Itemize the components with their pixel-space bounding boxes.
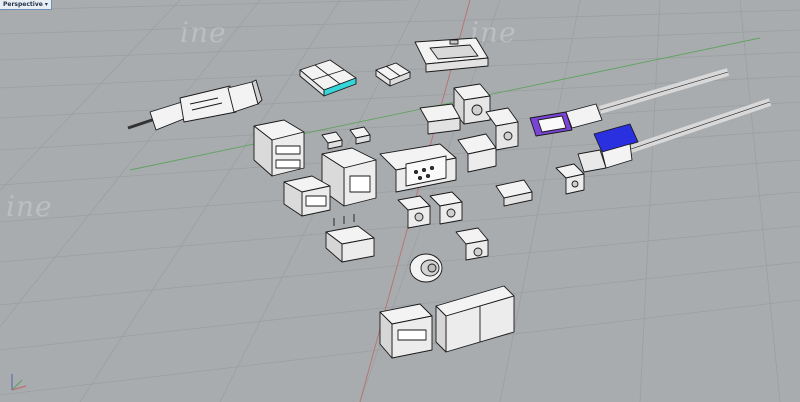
perspective-viewport[interactable]: ine ine ine Perspective ▾: [0, 0, 800, 402]
vga-db15-connector[interactable]: [379, 143, 457, 193]
scene-canvas[interactable]: [0, 0, 800, 402]
vertical-usb-receptacle[interactable]: [379, 303, 433, 359]
usb-a-through-hole-receptacle[interactable]: [325, 214, 375, 263]
dc-power-jack[interactable]: [455, 227, 489, 261]
usb-a-dual-stack-receptacle[interactable]: [253, 119, 305, 177]
usb-mini-receptacle[interactable]: [495, 179, 533, 207]
axes-widget: [11, 374, 27, 391]
viewport-label: Perspective: [3, 1, 43, 8]
usb-c-receptacle[interactable]: [555, 163, 585, 195]
usb-c-cable-blue[interactable]: [577, 98, 772, 173]
micro-sd-card[interactable]: [299, 59, 357, 97]
viewport-title-tab[interactable]: Perspective ▾: [0, 0, 52, 10]
usb-a-receptacle[interactable]: [283, 175, 331, 217]
hdmi-receptacle[interactable]: [414, 37, 489, 73]
chevron-down-icon[interactable]: ▾: [45, 0, 48, 9]
pcie-edge-connector[interactable]: [435, 285, 515, 353]
dc-barrel-jack[interactable]: [419, 83, 491, 135]
toroidal-inductor[interactable]: [409, 253, 443, 283]
sd-card-slot[interactable]: [375, 62, 411, 87]
usb-a-plug-cable[interactable]: [127, 79, 263, 131]
